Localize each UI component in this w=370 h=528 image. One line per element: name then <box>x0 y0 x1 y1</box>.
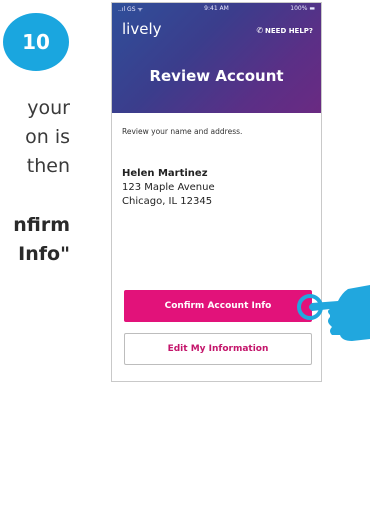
instruction-line-5: Info" <box>18 243 70 265</box>
account-street: 123 Maple Avenue <box>122 182 215 193</box>
instruction-line-4: nfirm <box>13 214 70 236</box>
account-city: Chicago, IL 12345 <box>122 196 213 207</box>
account-review-content: Review your name and address. Helen Mart… <box>122 127 312 207</box>
instruction-line-2: on is <box>25 126 70 148</box>
need-help-label: NEED HELP? <box>265 27 313 35</box>
edit-my-information-button[interactable]: Edit My Information <box>124 333 312 365</box>
intro-text: Review your name and address. <box>122 127 243 136</box>
instruction-line-3: then <box>26 155 70 177</box>
step-number-badge: 10 <box>3 13 69 71</box>
confirm-button-label: Confirm Account Info <box>164 301 272 311</box>
battery-icon: 100% ▬ <box>290 5 315 12</box>
app-header: ..ıl GS ᯤ 9:41 AM 100% ▬ lively ✆ NEED HE… <box>112 3 321 113</box>
page-title: Review Account <box>149 67 284 85</box>
phone-icon: ✆ <box>256 26 264 35</box>
instruction-line-1: your <box>27 97 70 119</box>
status-bar: ..ıl GS ᯤ 9:41 AM 100% ▬ <box>112 5 321 15</box>
account-address: Helen Martinez 123 Maple Avenue Chicago,… <box>122 167 215 209</box>
brand-logo: lively <box>122 20 162 38</box>
need-help-link[interactable]: ✆ NEED HELP? <box>256 26 313 35</box>
step-number: 10 <box>22 30 50 54</box>
confirm-account-info-button[interactable]: Confirm Account Info <box>124 290 312 322</box>
pointing-hand-icon <box>297 285 370 341</box>
account-name: Helen Martinez <box>122 168 208 179</box>
edit-button-label: Edit My Information <box>167 344 269 354</box>
